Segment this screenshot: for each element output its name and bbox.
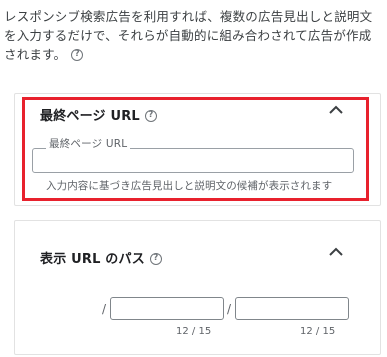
final-url-input[interactable]: [32, 148, 354, 173]
path1-input[interactable]: [110, 297, 224, 320]
final-url-field-label: 最終ページ URL: [46, 136, 131, 151]
help-icon[interactable]: ?: [149, 252, 162, 265]
path1-char-counter: 12 / 15: [176, 326, 212, 337]
path2-input[interactable]: [235, 297, 349, 320]
display-path-title-text: 表示 URL のパス: [40, 252, 145, 267]
final-url-title-text: 最終ページ URL: [40, 109, 140, 124]
path2-char-counter: 12 / 15: [300, 326, 336, 337]
final-url-helper-text: 入力内容に基づき広告見出しと説明文の候補が表示されます: [46, 180, 333, 192]
chevron-up-icon[interactable]: [328, 247, 344, 257]
intro-description: レスポンシブ検索広告を利用すれば、複数の広告見出しと説明文を入力するだけで、それ…: [4, 9, 373, 62]
path-separator-1: /: [102, 302, 107, 316]
display-path-title: 表示 URL のパス?: [40, 248, 162, 267]
final-url-title: 最終ページ URL?: [40, 105, 157, 124]
intro-text: レスポンシブ検索広告を利用すれば、複数の広告見出しと説明文を入力するだけで、それ…: [4, 7, 379, 64]
help-icon[interactable]: ?: [71, 48, 84, 61]
help-icon[interactable]: ?: [144, 109, 157, 122]
chevron-up-icon[interactable]: [328, 105, 344, 115]
path-separator-2: /: [227, 302, 232, 316]
